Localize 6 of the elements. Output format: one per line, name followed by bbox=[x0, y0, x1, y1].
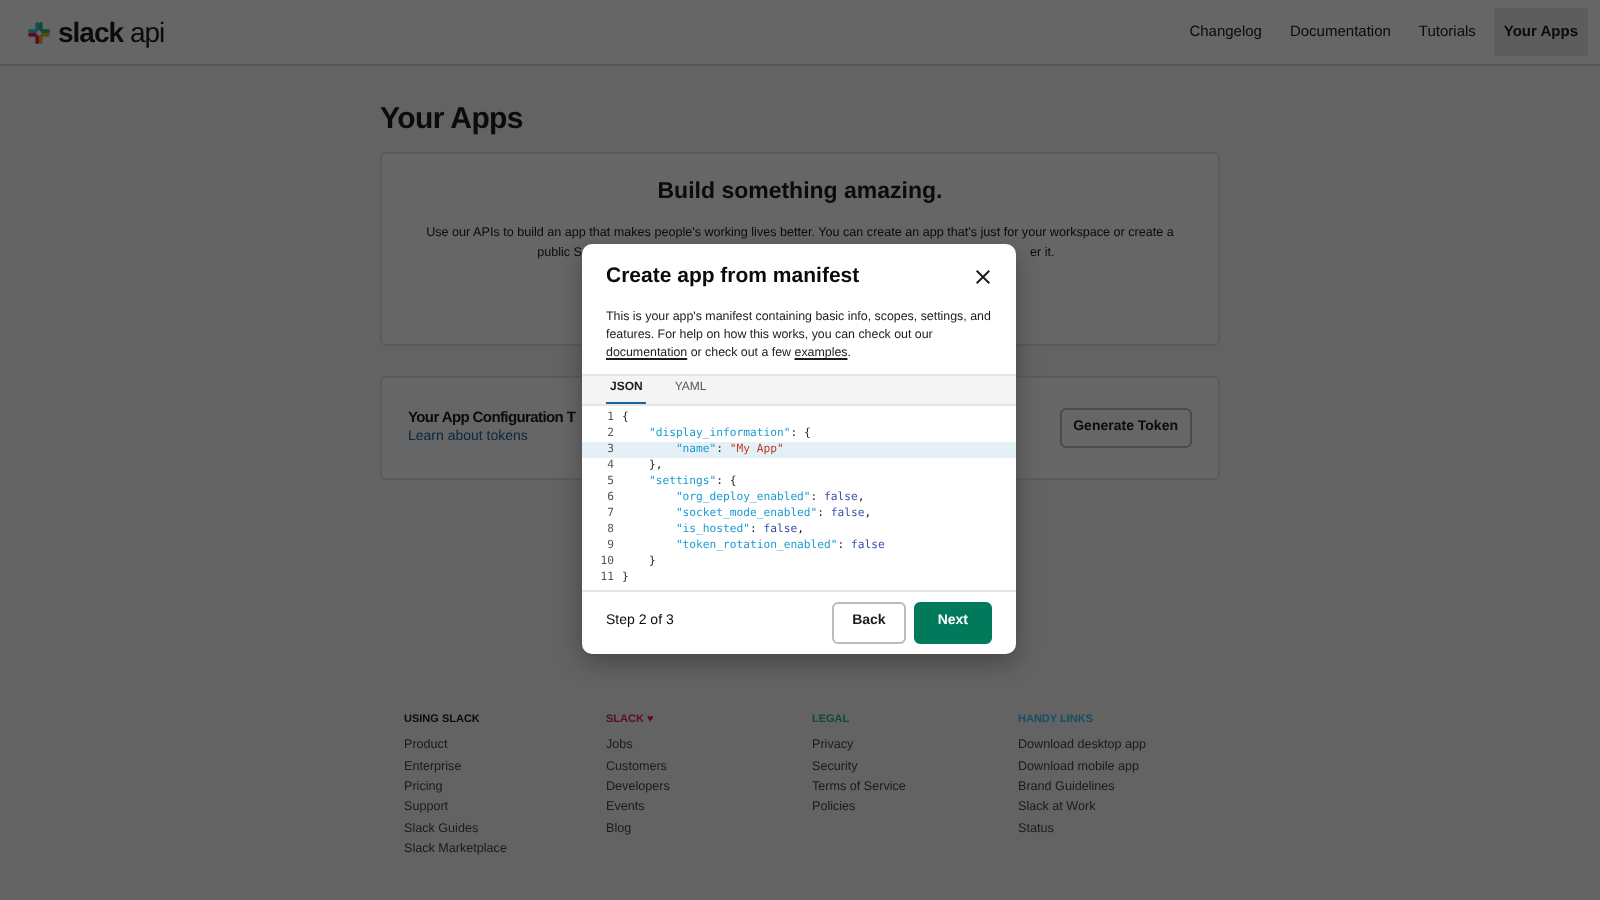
close-icon[interactable] bbox=[974, 267, 992, 286]
logo-text[interactable]: slack api bbox=[58, 11, 165, 53]
page-title: Your Apps bbox=[380, 102, 525, 138]
modal-title: Create app from manifest bbox=[606, 264, 860, 290]
slack-logo-icon bbox=[28, 21, 50, 43]
intro-heading: Build something amazing. bbox=[655, 180, 945, 208]
